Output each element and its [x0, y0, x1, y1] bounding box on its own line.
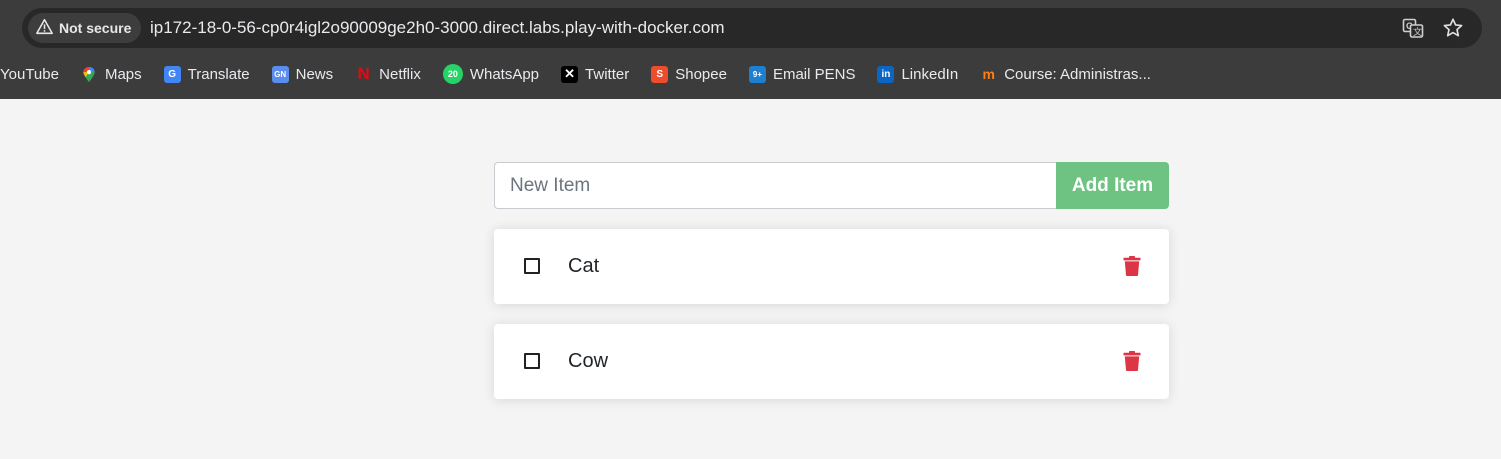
svg-text:文: 文 — [1413, 26, 1422, 37]
add-item-form: Add Item — [494, 162, 1169, 209]
translate-icon: G — [163, 65, 181, 83]
item-name: Cow — [568, 350, 609, 372]
bookmark-email-pens[interactable]: 9+ Email PENS — [748, 65, 856, 83]
bookmark-label: Netflix — [379, 65, 421, 83]
bookmark-label: Course: Administras... — [1004, 65, 1151, 83]
list-item: Cat — [494, 229, 1169, 304]
new-item-input[interactable] — [494, 162, 1056, 209]
warning-triangle-icon — [36, 18, 53, 38]
linkedin-icon: in — [877, 65, 895, 83]
list-item: Cow — [494, 324, 1169, 399]
bookmark-label: Maps — [104, 65, 142, 83]
news-icon: GN — [271, 65, 289, 83]
todo-app: Add Item Cat Cow — [494, 162, 1169, 399]
bookmark-netflix[interactable]: N Netflix — [355, 64, 421, 83]
item-checkbox[interactable] — [524, 258, 540, 274]
shopee-icon: S — [651, 65, 669, 83]
zimbra-icon: 9+ — [748, 65, 766, 83]
bookmark-course[interactable]: m Course: Administras... — [980, 65, 1151, 83]
browser-chrome: Not secure ip172-18-0-56-cp0r4igl2o90009… — [0, 0, 1501, 99]
bookmark-label: Translate — [187, 65, 250, 83]
bookmark-label: LinkedIn — [901, 65, 959, 83]
x-icon: ✕ — [561, 65, 579, 83]
url-text[interactable]: ip172-18-0-56-cp0r4igl2o90009ge2h0-3000.… — [150, 18, 725, 38]
item-name: Cat — [568, 255, 600, 277]
moodle-icon: m — [982, 66, 995, 82]
bookmarks-bar: YouTube Maps G Translate GN News N Netfl… — [0, 60, 1501, 88]
bookmark-label: Shopee — [675, 65, 727, 83]
address-bar[interactable]: Not secure ip172-18-0-56-cp0r4igl2o90009… — [22, 8, 1482, 48]
item-checkbox[interactable] — [524, 353, 540, 369]
maps-icon — [81, 66, 98, 83]
bookmark-label: Twitter — [585, 65, 630, 83]
translate-icon[interactable]: G文 — [1402, 17, 1424, 39]
trash-icon[interactable] — [1123, 256, 1141, 276]
bookmark-label: YouTube — [0, 65, 59, 83]
bookmark-news[interactable]: GN News — [271, 65, 334, 83]
bookmark-translate[interactable]: G Translate — [163, 65, 250, 83]
trash-icon[interactable] — [1123, 351, 1141, 371]
bookmark-maps[interactable]: Maps — [81, 66, 142, 83]
bookmark-label: News — [295, 65, 334, 83]
star-icon[interactable] — [1442, 17, 1464, 39]
bookmark-youtube[interactable]: YouTube — [0, 66, 59, 83]
whatsapp-icon: 20 — [442, 64, 463, 84]
add-item-button[interactable]: Add Item — [1056, 162, 1169, 209]
bookmark-shopee[interactable]: S Shopee — [651, 65, 727, 83]
security-label: Not secure — [59, 20, 132, 36]
netflix-icon: N — [357, 64, 370, 83]
security-chip[interactable]: Not secure — [28, 13, 142, 43]
bookmark-twitter[interactable]: ✕ Twitter — [561, 65, 630, 83]
bookmark-linkedin[interactable]: in LinkedIn — [877, 65, 959, 83]
bookmark-label: WhatsApp — [469, 65, 540, 83]
bookmark-whatsapp[interactable]: 20 WhatsApp — [442, 64, 540, 84]
bookmark-label: Email PENS — [772, 65, 856, 83]
